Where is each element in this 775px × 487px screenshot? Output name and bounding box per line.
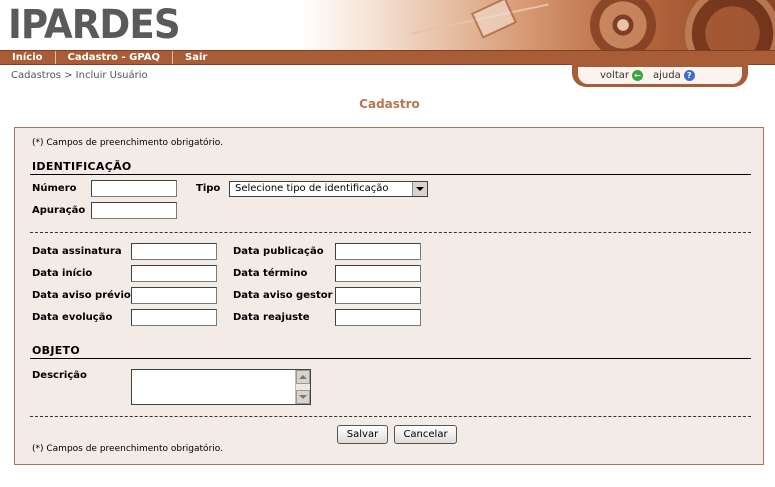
back-link[interactable]: voltar ←: [600, 70, 643, 81]
data-publicacao-label: Data publicação: [233, 246, 324, 257]
apuracao-input[interactable]: [91, 202, 177, 219]
tipo-label: Tipo: [196, 183, 221, 194]
data-evolucao-input[interactable]: [131, 309, 217, 326]
data-publicacao-input[interactable]: [335, 243, 421, 260]
apuracao-label: Apuração: [32, 205, 86, 216]
help-link[interactable]: ajuda ?: [653, 70, 695, 81]
save-button[interactable]: Salvar: [337, 425, 388, 444]
data-inicio-input[interactable]: [131, 265, 217, 282]
data-termino-input[interactable]: [335, 265, 421, 282]
data-aviso-previo-label: Data aviso prévio: [32, 290, 131, 301]
section-title-identificacao: IDENTIFICAÇÃO: [32, 160, 132, 173]
data-assinatura-input[interactable]: [131, 243, 217, 260]
cancel-button[interactable]: Cancelar: [394, 425, 457, 444]
data-termino-label: Data término: [233, 268, 308, 279]
data-inicio-label: Data início: [32, 268, 93, 279]
tipo-select[interactable]: Selecione tipo de identificação: [229, 181, 428, 197]
back-arrow-icon: ←: [631, 70, 643, 81]
section-divider: [30, 174, 751, 175]
required-fields-note-footer: (*) Campos de preenchimento obrigatório.: [32, 444, 223, 454]
data-reajuste-label: Data reajuste: [233, 312, 310, 323]
descricao-scrollbar[interactable]: [295, 370, 310, 404]
nav-item-inicio[interactable]: Início: [0, 51, 56, 64]
dotted-divider: [30, 232, 751, 233]
data-aviso-previo-input[interactable]: [131, 287, 217, 304]
breadcrumb: Cadastros > Incluir Usuário: [11, 70, 148, 81]
chevron-down-icon[interactable]: [412, 182, 427, 196]
back-link-label: voltar: [600, 70, 629, 81]
header: IPARDES: [0, 0, 775, 50]
tipo-select-value: Selecione tipo de identificação: [235, 183, 389, 194]
page-title: Cadastro: [359, 97, 420, 111]
data-aviso-gestor-input[interactable]: [335, 287, 421, 304]
required-fields-note: (*) Campos de preenchimento obrigatório.: [32, 138, 223, 148]
descricao-label: Descrição: [32, 370, 87, 381]
scroll-up-icon[interactable]: [296, 370, 310, 384]
data-aviso-gestor-label: Data aviso gestor: [233, 290, 333, 301]
data-evolucao-label: Data evolução: [32, 312, 113, 323]
data-assinatura-label: Data assinatura: [32, 246, 122, 257]
section-title-objeto: OBJETO: [32, 344, 80, 357]
numero-label: Número: [32, 183, 77, 194]
ipardes-logo: IPARDES: [8, 2, 181, 48]
nav-item-sair[interactable]: Sair: [173, 51, 219, 64]
scroll-down-icon[interactable]: [296, 390, 310, 404]
help-bar: voltar ← ajuda ?: [572, 64, 748, 87]
help-question-icon: ?: [683, 70, 695, 81]
dotted-divider: [30, 416, 751, 417]
numero-input[interactable]: [91, 180, 177, 197]
section-divider: [30, 358, 751, 359]
help-link-label: ajuda: [652, 70, 681, 81]
header-banner-image: [300, 0, 775, 50]
cadastro-form-panel: (*) Campos de preenchimento obrigatório.…: [14, 127, 764, 465]
nav-item-cadastro-gpaq[interactable]: Cadastro - GPAQ: [56, 51, 173, 64]
descricao-textarea[interactable]: [131, 369, 311, 405]
main-nav: Início Cadastro - GPAQ Sair: [0, 50, 775, 65]
data-reajuste-input[interactable]: [335, 309, 421, 326]
